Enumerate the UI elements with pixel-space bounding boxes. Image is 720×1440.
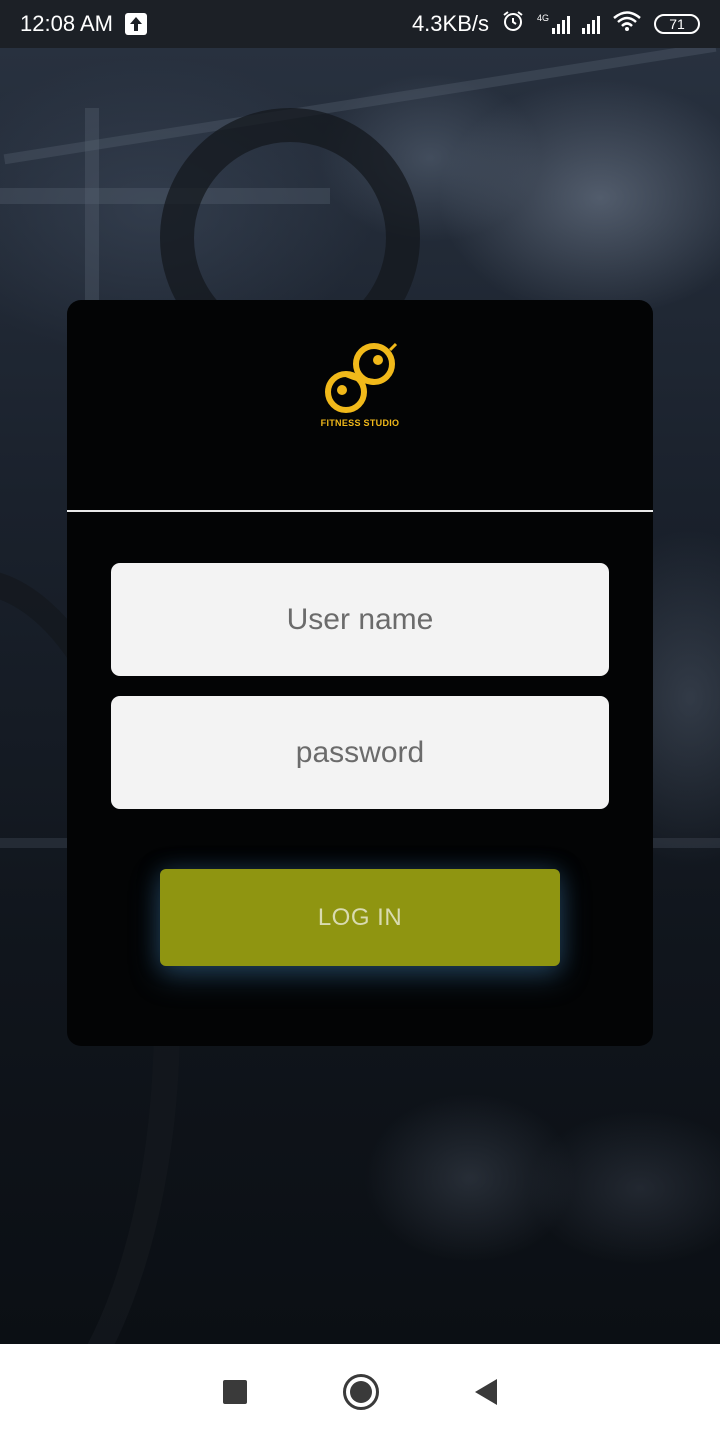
status-time: 12:08 AM — [20, 11, 113, 36]
network-speed: 4.3KB/s — [411, 11, 489, 36]
upload-icon — [124, 13, 147, 35]
fitness-logo-icon — [325, 342, 398, 413]
alarm-icon — [501, 9, 525, 39]
wifi-icon — [612, 10, 642, 38]
status-left: 12:08 AM — [20, 11, 147, 37]
logo-text: FITNESS STUDIO — [320, 418, 400, 428]
battery-level: 71 — [669, 16, 685, 32]
navigation-bar — [0, 1344, 720, 1440]
logo: FITNESS STUDIO — [67, 300, 653, 510]
recents-icon[interactable] — [223, 1380, 247, 1404]
divider — [67, 510, 653, 512]
signal-icon — [582, 14, 600, 34]
login-card: FITNESS STUDIO LOG IN — [67, 300, 653, 1046]
back-icon[interactable] — [475, 1379, 497, 1405]
login-button[interactable]: LOG IN — [160, 869, 560, 966]
password-input[interactable] — [111, 696, 609, 809]
status-right: 4.3KB/s 4G 71 — [412, 9, 700, 39]
username-input[interactable] — [111, 563, 609, 676]
status-bar: 12:08 AM 4.3KB/s 4G 71 — [0, 0, 720, 48]
network-type-label: 4G — [536, 13, 549, 23]
battery-icon: 71 — [654, 14, 700, 34]
signal-4g-icon: 4G — [537, 14, 570, 34]
home-icon[interactable] — [343, 1374, 379, 1410]
